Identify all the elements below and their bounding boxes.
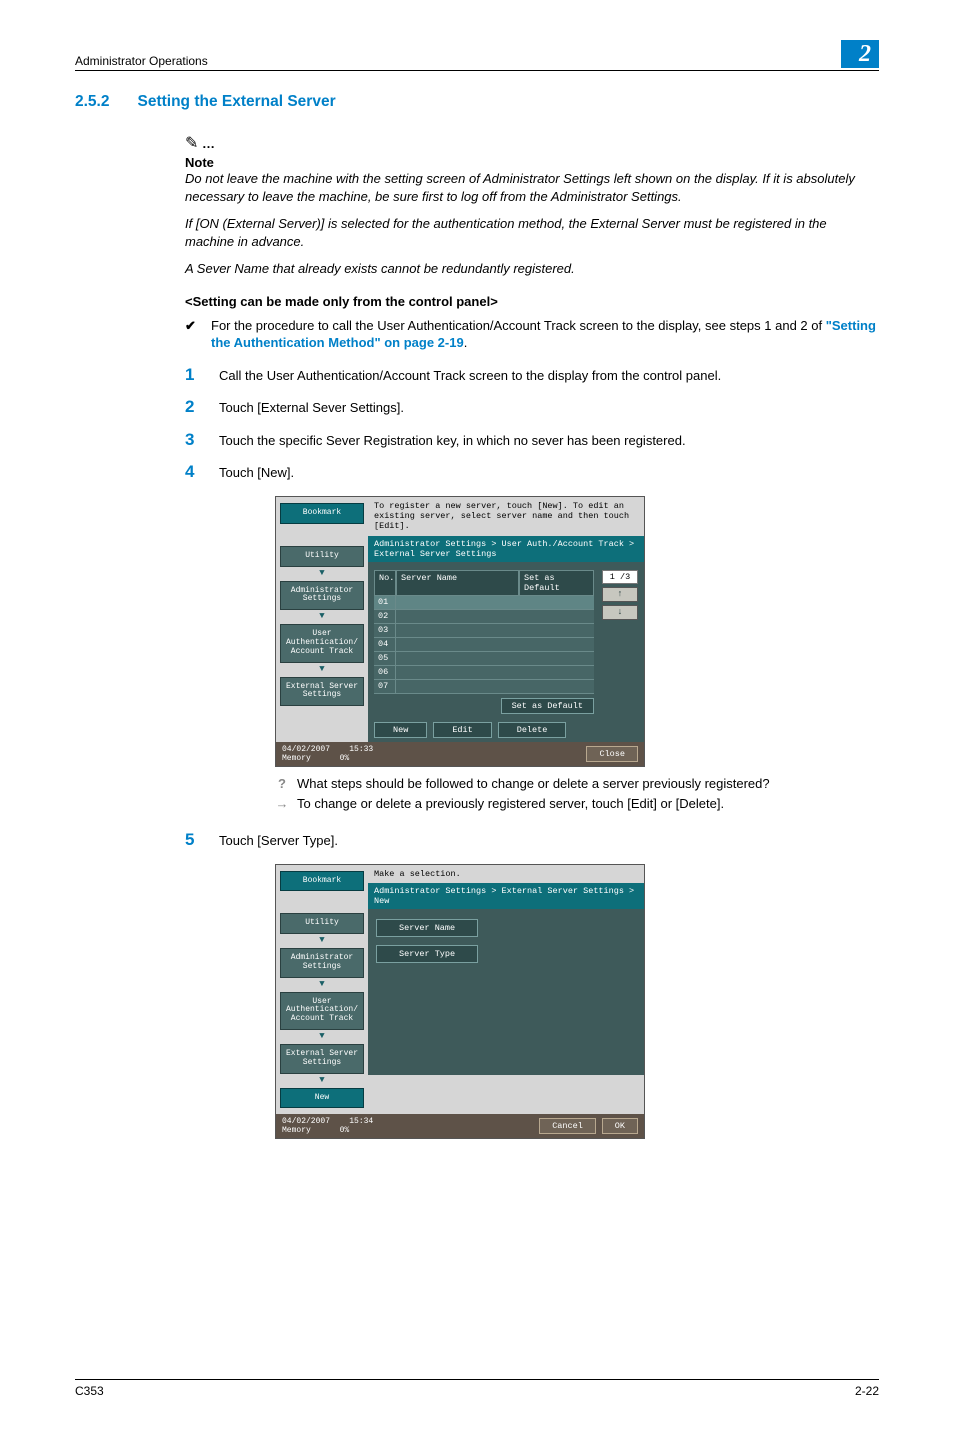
status-date: 04/02/2007 [282, 745, 330, 754]
page-up-button[interactable]: ↑ [602, 587, 638, 602]
nav-new-button[interactable]: New [280, 1088, 364, 1109]
nav-external-server-button[interactable]: External Server Settings [280, 677, 364, 707]
col-header-no: No. [374, 570, 396, 596]
instruction-text: To register a new server, touch [New]. T… [368, 497, 644, 536]
step-number: 2 [185, 398, 201, 417]
breadcrumb: Administrator Settings > External Server… [368, 883, 644, 909]
screenshot-new-server: Bookmark Utility ▼ Administrator Setting… [275, 864, 645, 1140]
ellipsis-icon: … [202, 136, 217, 151]
close-button[interactable]: Close [586, 746, 638, 762]
pencil-icon: ✎ [185, 135, 198, 152]
section-heading: 2.5.2 Setting the External Server [75, 93, 879, 111]
server-type-button[interactable]: Server Type [376, 945, 478, 963]
col-header-server-name: Server Name [396, 570, 519, 596]
table-row[interactable]: 07 [374, 680, 594, 694]
nav-admin-settings-button[interactable]: Administrator Settings [280, 581, 364, 611]
question-icon: ? [275, 775, 289, 793]
table-row[interactable]: 01 [374, 596, 594, 610]
qa-block: ? What steps should be followed to chang… [275, 775, 879, 813]
step-number: 3 [185, 431, 201, 450]
table-row[interactable]: 02 [374, 610, 594, 624]
chevron-down-icon: ▼ [280, 665, 364, 673]
step-number: 4 [185, 463, 201, 482]
step-1: 1 Call the User Authentication/Account T… [185, 366, 879, 385]
header-section-label: Administrator Operations [75, 54, 208, 68]
step-text: Call the User Authentication/Account Tra… [219, 366, 879, 385]
arrow-right-icon: → [275, 795, 289, 813]
footer-left: C353 [75, 1384, 104, 1398]
step-text: Touch [New]. [219, 463, 879, 482]
cancel-button[interactable]: Cancel [539, 1118, 596, 1134]
status-bar: 04/02/2007 15:34 Memory 0% Cancel OK [276, 1114, 644, 1138]
nav-user-auth-button[interactable]: User Authentication/ Account Track [280, 624, 364, 662]
nav-bookmark-button[interactable]: Bookmark [280, 871, 364, 892]
new-button[interactable]: New [374, 722, 427, 738]
checkmark-icon: ✔ [185, 317, 199, 352]
chevron-down-icon: ▼ [280, 1032, 364, 1040]
table-row[interactable]: 03 [374, 624, 594, 638]
note-paragraph-2: If [ON (External Server)] is selected fo… [185, 215, 879, 250]
chevron-down-icon: ▼ [280, 980, 364, 988]
qa-question: What steps should be followed to change … [297, 775, 770, 793]
step-2: 2 Touch [External Sever Settings]. [185, 398, 879, 417]
status-time: 15:34 [349, 1117, 373, 1126]
nav-bookmark-button[interactable]: Bookmark [280, 503, 364, 524]
section-title: Setting the External Server [137, 93, 335, 111]
chevron-down-icon: ▼ [280, 569, 364, 577]
page-down-button[interactable]: ↓ [602, 605, 638, 620]
nav-admin-settings-button[interactable]: Administrator Settings [280, 948, 364, 978]
footer-right: 2-22 [855, 1384, 879, 1398]
prerequisite-bullet: ✔ For the procedure to call the User Aut… [185, 317, 879, 352]
step-3: 3 Touch the specific Sever Registration … [185, 431, 879, 450]
page-header: Administrator Operations 2 [75, 40, 879, 71]
note-paragraph-3: A Sever Name that already exists cannot … [185, 260, 879, 278]
step-text: Touch [Server Type]. [219, 831, 879, 850]
status-time: 15:33 [349, 745, 373, 754]
step-4: 4 Touch [New]. [185, 463, 879, 482]
status-memory-label: Memory [282, 754, 311, 763]
status-memory-value: 0% [340, 1126, 350, 1135]
nav-utility-button[interactable]: Utility [280, 913, 364, 934]
nav-external-server-button[interactable]: External Server Settings [280, 1044, 364, 1074]
step-number: 5 [185, 831, 201, 850]
note-label: Note [185, 155, 879, 170]
page-indicator: 1 /3 [602, 570, 638, 584]
chevron-down-icon: ▼ [280, 1076, 364, 1084]
breadcrumb: Administrator Settings > User Auth./Acco… [368, 536, 644, 562]
status-date: 04/02/2007 [282, 1117, 330, 1126]
status-memory-label: Memory [282, 1126, 311, 1135]
table-row[interactable]: 05 [374, 652, 594, 666]
chevron-down-icon: ▼ [280, 936, 364, 944]
delete-button[interactable]: Delete [498, 722, 567, 738]
status-memory-value: 0% [340, 754, 350, 763]
step-text: Touch [External Sever Settings]. [219, 398, 879, 417]
table-row[interactable]: 06 [374, 666, 594, 680]
page-footer: C353 2-22 [75, 1379, 879, 1398]
prereq-text-after: . [464, 335, 468, 350]
ok-button[interactable]: OK [602, 1118, 638, 1134]
instruction-text: Make a selection. [368, 865, 644, 883]
note-paragraph-1: Do not leave the machine with the settin… [185, 170, 879, 205]
nav-user-auth-button[interactable]: User Authentication/ Account Track [280, 992, 364, 1030]
step-5: 5 Touch [Server Type]. [185, 831, 879, 850]
edit-button[interactable]: Edit [433, 722, 491, 738]
set-as-default-button[interactable]: Set as Default [501, 698, 594, 714]
server-name-button[interactable]: Server Name [376, 919, 478, 937]
pager: 1 /3 ↑ ↓ [602, 570, 638, 623]
table-row[interactable]: 04 [374, 638, 594, 652]
prereq-text-before: For the procedure to call the User Authe… [211, 318, 826, 333]
note-block: ✎ … Note Do not leave the machine with t… [185, 133, 879, 278]
step-text: Touch the specific Sever Registration ke… [219, 431, 879, 450]
chapter-number-badge: 2 [841, 40, 879, 68]
panel-only-heading: <Setting can be made only from the contr… [185, 294, 879, 309]
chevron-down-icon: ▼ [280, 612, 364, 620]
section-number: 2.5.2 [75, 93, 109, 111]
nav-utility-button[interactable]: Utility [280, 546, 364, 567]
col-header-set-default: Set as Default [519, 570, 594, 596]
status-bar: 04/02/2007 15:33 Memory 0% Close [276, 742, 644, 766]
step-number: 1 [185, 366, 201, 385]
screenshot-external-server-list: Bookmark Utility ▼ Administrator Setting… [275, 496, 645, 767]
qa-answer: To change or delete a previously registe… [297, 795, 724, 813]
